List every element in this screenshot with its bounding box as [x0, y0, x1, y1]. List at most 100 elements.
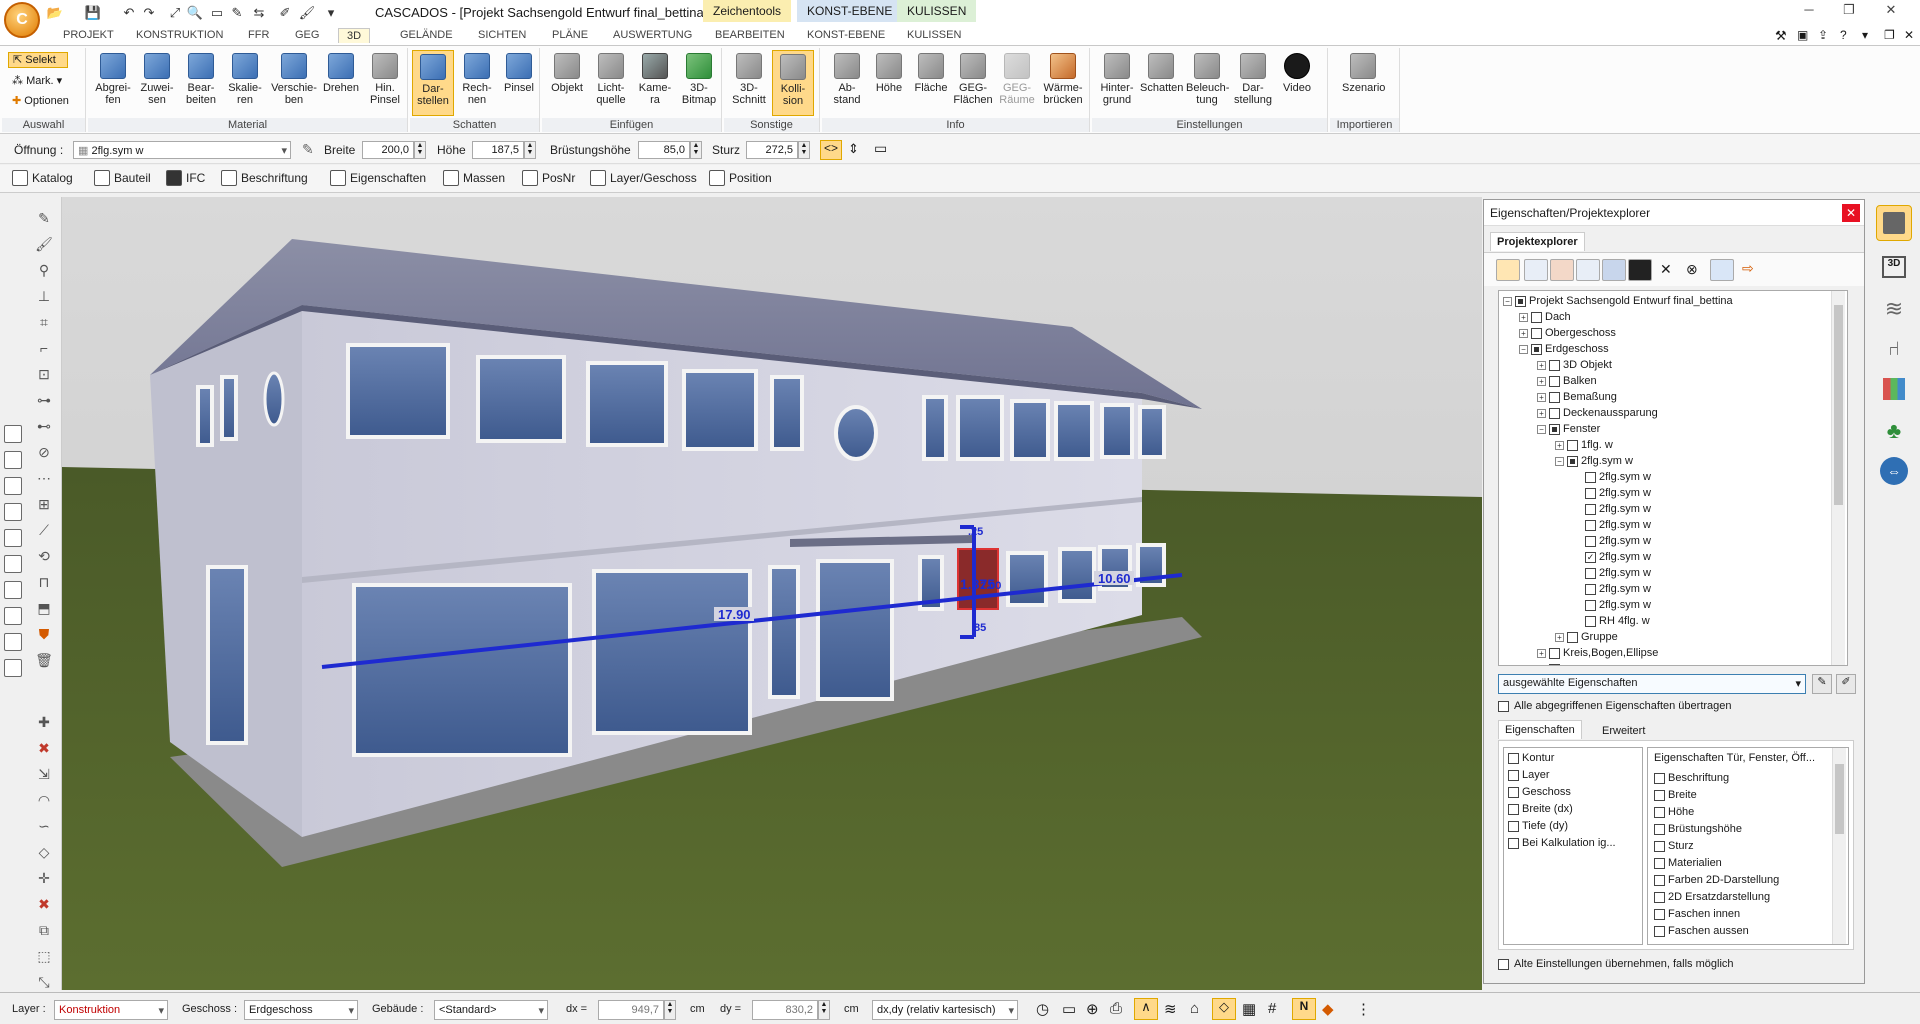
- subtab-eigenschaften[interactable]: Eigenschaften: [1498, 720, 1582, 739]
- layers-stack-icon[interactable]: ≋: [1876, 291, 1912, 327]
- bauteil-button[interactable]: Bauteil: [94, 170, 151, 186]
- sturz-input[interactable]: 272,5: [746, 141, 798, 159]
- prop-hoehe[interactable]: Höhe: [1654, 804, 1694, 820]
- tab-sichten[interactable]: SICHTEN: [470, 28, 534, 42]
- prop-breite[interactable]: Breite: [1654, 787, 1697, 803]
- edit-tool-icon[interactable]: ⊡: [34, 365, 54, 383]
- tree-node-kreis[interactable]: +: [1537, 661, 1563, 665]
- prop-beschriftung[interactable]: Beschriftung: [1654, 770, 1729, 786]
- tree-node-2flg-item[interactable]: 2flg.sym w: [1585, 597, 1651, 613]
- layer-view-icon[interactable]: [1550, 259, 1574, 281]
- tree-node-project[interactable]: − Projekt Sachsengold Entwurf final_betti…: [1503, 293, 1733, 309]
- eigenschaften-button[interactable]: Eigenschaften: [330, 170, 426, 186]
- stretch-icon[interactable]: ⇆: [250, 4, 268, 22]
- tree-node-2flg-item[interactable]: RH 4flg. w: [1585, 613, 1650, 629]
- pick-icon[interactable]: ✐: [276, 4, 294, 22]
- info-geg-raeume-button[interactable]: GEG- Räume: [996, 50, 1038, 116]
- 3d-viewport[interactable]: 17.90 10.60 1.875 2.00 85 .25: [62, 197, 1482, 990]
- color-status-icon[interactable]: ◆: [1322, 1000, 1334, 1018]
- clock-icon[interactable]: ◷: [1036, 1000, 1049, 1018]
- cut-tool-icon[interactable]: ⊘: [34, 443, 54, 461]
- tree-catalog-icon[interactable]: ♣: [1876, 413, 1912, 449]
- join-tool-icon[interactable]: ⊓: [34, 573, 54, 591]
- prop-faschen-aussen[interactable]: Faschen aussen: [1654, 923, 1749, 939]
- tree-node-2flg-item[interactable]: 2flg.sym w: [1585, 469, 1651, 485]
- minimize-icon[interactable]: ─: [1792, 2, 1826, 22]
- info-hoehe-button[interactable]: Höhe: [868, 50, 910, 116]
- tab-plaene[interactable]: PLÄNE: [544, 28, 596, 42]
- node-tool-icon[interactable]: ⌐: [34, 339, 54, 357]
- tree-node-2flg-item[interactable]: 2flg.sym w: [1585, 581, 1651, 597]
- trash-tool-icon[interactable]: 🗑: [34, 651, 54, 669]
- material-zuweisen-button[interactable]: Zuwei- sen: [136, 50, 178, 116]
- einst-darstellung-button[interactable]: Dar- stellung: [1232, 50, 1274, 116]
- subtab-erweitert[interactable]: Erweitert: [1596, 722, 1651, 740]
- einfuegen-3dbitmap-button[interactable]: 3D- Bitmap: [678, 50, 720, 116]
- prop-breite-dx[interactable]: Breite (dx): [1508, 801, 1573, 817]
- diamond-tool-icon[interactable]: ◇: [34, 843, 54, 861]
- prop-faschen-innen[interactable]: Faschen innen: [1654, 906, 1740, 922]
- table-view-icon[interactable]: [4, 451, 22, 469]
- maximize-icon[interactable]: ❐: [1832, 2, 1866, 22]
- schatten-pinsel-button[interactable]: Pinsel: [498, 50, 540, 116]
- rotate-tool-icon[interactable]: ⟲: [34, 547, 54, 565]
- layers-status-icon[interactable]: ≋: [1164, 1000, 1177, 1018]
- help-icon[interactable]: ?: [1840, 28, 1847, 42]
- opening-select[interactable]: ▦ 2flg.sym w ▾: [73, 141, 291, 159]
- gebaeude-select[interactable]: <Standard> ▾: [434, 1000, 548, 1020]
- note-view-icon[interactable]: [4, 633, 22, 651]
- sheet-view-icon[interactable]: [4, 581, 22, 599]
- dy-input[interactable]: 830,2: [752, 1000, 818, 1020]
- layer-select[interactable]: Konstruktion ▾: [54, 1000, 168, 1020]
- close-icon[interactable]: ✕: [1874, 2, 1908, 22]
- einfuegen-lichtquelle-button[interactable]: Licht- quelle: [590, 50, 632, 116]
- ribbon-minimize-icon[interactable]: ▾: [1862, 28, 1868, 42]
- geschoss-select[interactable]: Erdgeschoss ▾: [244, 1000, 358, 1020]
- report-view-icon[interactable]: [4, 503, 22, 521]
- info-geg-flaechen-button[interactable]: GEG- Flächen: [952, 50, 994, 116]
- display-option-icon[interactable]: ▭: [874, 140, 887, 157]
- einst-hintergrund-button[interactable]: Hinter- grund: [1096, 50, 1138, 116]
- pipette-icon[interactable]: ✎: [1812, 674, 1832, 694]
- snap-n-icon[interactable]: N: [1292, 998, 1316, 1020]
- tree-node-2flg-item[interactable]: 2flg.sym w: [1585, 533, 1651, 549]
- curve-tool-icon[interactable]: ∽: [34, 817, 54, 835]
- zoom-icon[interactable]: 🔍: [186, 4, 204, 22]
- close-doc-icon[interactable]: ✕: [1904, 28, 1914, 42]
- pick-pen-icon[interactable]: ✎: [302, 141, 314, 158]
- tree-node-erdgeschoss[interactable]: − Erdgeschoss: [1519, 341, 1609, 357]
- add-element-icon[interactable]: [1496, 259, 1520, 281]
- undo-icon[interactable]: ↶: [120, 4, 138, 22]
- export-icon[interactable]: ⇪: [1818, 28, 1828, 42]
- info-waermebruecken-button[interactable]: Wärme- brücken: [1040, 50, 1086, 116]
- massen-button[interactable]: Massen: [443, 170, 505, 186]
- calc-view-icon[interactable]: [4, 529, 22, 547]
- move-point-icon[interactable]: ⇲: [34, 765, 54, 783]
- box-view-icon[interactable]: [1524, 259, 1548, 281]
- 3d-view-icon[interactable]: 3D: [1876, 249, 1912, 285]
- monitor-status-icon[interactable]: ▭: [1062, 1000, 1076, 1018]
- context-tab-kulissen[interactable]: KULISSEN: [897, 0, 977, 22]
- export-view-icon[interactable]: [4, 607, 22, 625]
- prop-bruestungshoehe[interactable]: Brüstungshöhe: [1654, 821, 1742, 837]
- properties-panel-icon[interactable]: [1876, 205, 1912, 241]
- right-list-scrollbar[interactable]: [1832, 748, 1846, 944]
- zoom-extents-icon[interactable]: ⤢: [166, 4, 184, 22]
- layer-view-status-icon[interactable]: ▦: [1242, 1000, 1256, 1018]
- prop-layer[interactable]: Layer: [1508, 767, 1550, 783]
- tab-projektexplorer[interactable]: Projektexplorer: [1490, 232, 1585, 251]
- shield-tool-icon[interactable]: ⛊: [34, 625, 54, 643]
- tab-gelaende[interactable]: GELÄNDE: [392, 28, 461, 42]
- prop-tiefe-dy[interactable]: Tiefe (dy): [1508, 818, 1568, 834]
- apply-pipette-icon[interactable]: ✐: [1836, 674, 1856, 694]
- split-tool-icon[interactable]: ⊷: [34, 417, 54, 435]
- prop-kontur[interactable]: Kontur: [1508, 750, 1554, 766]
- tab-geg[interactable]: GEG: [287, 28, 327, 42]
- ruler-tool-icon[interactable]: ⊥: [34, 287, 54, 305]
- transfer-all-checkbox[interactable]: Alle abgegriffenen Eigenschaften übertra…: [1498, 700, 1732, 712]
- tree-node-2flg-item-checked[interactable]: ✓ 2flg.sym w: [1585, 549, 1651, 565]
- tree-node-2flg-item[interactable]: 2flg.sym w: [1585, 517, 1651, 533]
- house-status-icon[interactable]: ⌂: [1190, 1000, 1199, 1017]
- brush-icon[interactable]: 🖌: [298, 4, 316, 22]
- print-icon[interactable]: ⎙: [1110, 1000, 1122, 1017]
